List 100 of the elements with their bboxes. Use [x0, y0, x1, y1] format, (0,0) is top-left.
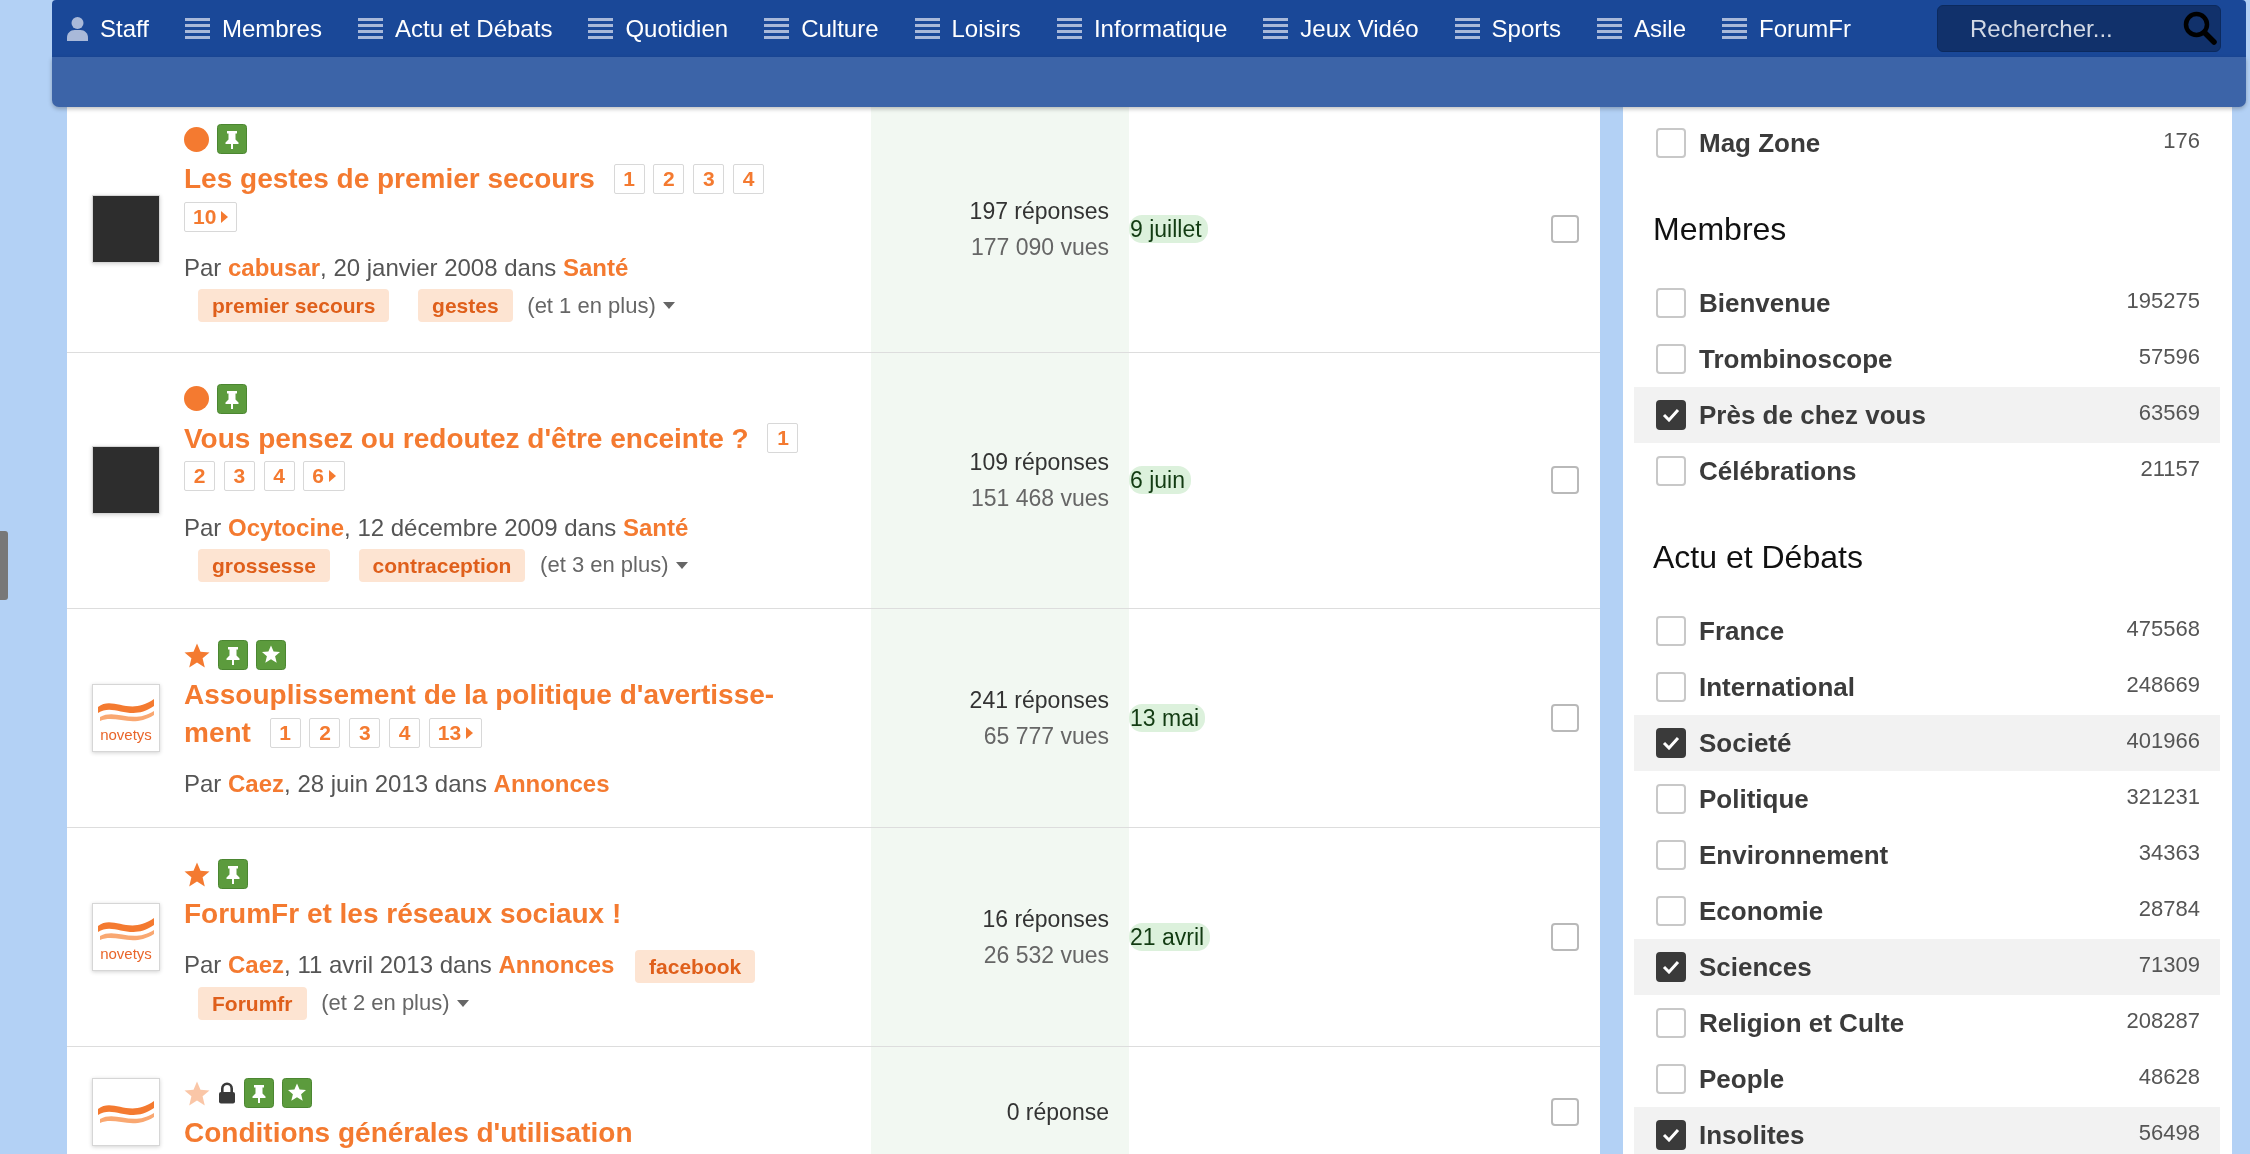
- nav-link[interactable]: Sports: [1454, 14, 1561, 43]
- forum-link[interactable]: Santé: [622, 513, 689, 541]
- filter-row[interactable]: Politique 321231: [1634, 771, 2220, 827]
- filter-row[interactable]: Sciences 71309: [1634, 939, 2220, 995]
- nav-link[interactable]: Quotidien: [588, 14, 729, 43]
- checkbox[interactable]: [1656, 1120, 1686, 1150]
- tag-link[interactable]: premier secours: [198, 289, 390, 323]
- topic-title[interactable]: Conditions générales d'utilisation: [184, 1117, 633, 1149]
- page-link[interactable]: 3: [693, 163, 725, 194]
- topic-byline: Par cabusar, 20 janvier 2008 dans Santé: [184, 254, 629, 281]
- select-checkbox[interactable]: [1551, 466, 1579, 495]
- filter-row[interactable]: People 48628: [1634, 1051, 2220, 1107]
- page-link[interactable]: 1: [767, 423, 799, 454]
- forum-name: France: [1699, 615, 1786, 647]
- caret-icon: [329, 470, 337, 483]
- nav-link[interactable]: Actu et Débats: [357, 14, 553, 43]
- topic-byline: Par Ocytocine, 12 décembre 2009 dans Santé: [184, 513, 689, 541]
- page-link[interactable]: 4: [733, 163, 764, 194]
- last-post-date[interactable]: 13 mai: [1129, 704, 1206, 733]
- page-link[interactable]: 2: [184, 461, 215, 492]
- forum-link[interactable]: Annonces: [498, 951, 615, 979]
- select-checkbox[interactable]: [1551, 215, 1579, 244]
- filter-row[interactable]: International 248669: [1634, 659, 2220, 715]
- page-link[interactable]: 13: [428, 717, 483, 748]
- last-post-date[interactable]: 6 juin: [1129, 466, 1191, 495]
- last-post-date[interactable]: 9 juillet: [1129, 215, 1208, 244]
- filter-row[interactable]: Environnement 34363: [1634, 827, 2220, 883]
- tag-link[interactable]: facebook: [635, 950, 756, 984]
- last-post-date[interactable]: 21 avril: [1129, 923, 1211, 952]
- post-count: 56498: [2138, 1120, 2200, 1146]
- nav-link[interactable]: Jeux Vidéo: [1263, 14, 1419, 43]
- topic-title[interactable]: ment: [184, 717, 251, 749]
- more-tags-toggle[interactable]: (et 3 en plus): [540, 547, 688, 584]
- nav-link[interactable]: Informatique: [1056, 14, 1228, 43]
- post-count: 48628: [2138, 1064, 2200, 1090]
- nav-link[interactable]: Membres: [184, 14, 322, 43]
- filter-row[interactable]: Economie 28784: [1634, 883, 2220, 939]
- forum-link[interactable]: Annonces: [493, 770, 610, 798]
- post-count: 21157: [2140, 456, 2200, 482]
- nav-link[interactable]: Culture: [764, 14, 879, 43]
- topic-title[interactable]: ForumFr et les réseaux sociaux !: [184, 898, 622, 930]
- checkbox[interactable]: [1656, 728, 1686, 758]
- page-link[interactable]: 4: [389, 717, 421, 748]
- page-link[interactable]: 4: [263, 461, 295, 492]
- page-link[interactable]: 6: [303, 461, 346, 492]
- post-count: 34363: [2138, 840, 2200, 866]
- tag-link[interactable]: Forumfr: [198, 986, 307, 1020]
- topic-title[interactable]: Vous pensez ou redoutez d'être enceinte ?: [184, 422, 749, 454]
- filter-row[interactable]: Societé 401966: [1634, 715, 2220, 771]
- forum-name: Economie: [1699, 895, 1825, 927]
- tag-link[interactable]: gestes: [418, 289, 513, 323]
- side-handle[interactable]: [0, 531, 8, 600]
- filter-row[interactable]: Célébrations 21157: [1634, 443, 2220, 499]
- forum-name: Societé: [1699, 727, 1793, 759]
- avatar-logo: [92, 1078, 160, 1147]
- topic-title[interactable]: Assouplissement de la politique d'avertisse-: [184, 679, 775, 711]
- author-link[interactable]: Caez: [228, 770, 285, 798]
- avatar-logo: novetys: [92, 903, 160, 972]
- page-link[interactable]: 2: [309, 717, 341, 748]
- nav-link[interactable]: ForumFr: [1722, 14, 1851, 43]
- post-count: 63569: [2138, 400, 2200, 426]
- nav-link[interactable]: Asile: [1596, 14, 1686, 43]
- more-tags-toggle[interactable]: (et 1 en plus): [527, 287, 675, 324]
- reply-count: 109 réponses: [969, 448, 1109, 478]
- author-link[interactable]: Ocytocine: [228, 513, 345, 541]
- tag-link[interactable]: contraception: [358, 548, 526, 582]
- search-icon[interactable]: [2183, 11, 2217, 45]
- menu-icon: [588, 18, 614, 39]
- forum-name: Bienvenue: [1699, 287, 1832, 319]
- author-link[interactable]: cabusar: [228, 254, 321, 281]
- tick-icon: [1662, 1128, 1680, 1142]
- filter-row[interactable]: France 475568: [1634, 603, 2220, 659]
- topic-title[interactable]: Les gestes de premier secours: [184, 163, 595, 194]
- author-link[interactable]: Caez: [228, 951, 285, 979]
- search-field[interactable]: Rechercher...: [1937, 5, 2221, 52]
- filter-row[interactable]: Insolites 56498: [1634, 1107, 2220, 1154]
- filter-row[interactable]: Près de chez vous 63569: [1634, 387, 2220, 443]
- page-link[interactable]: 2: [653, 163, 685, 194]
- page-link[interactable]: 3: [349, 717, 381, 748]
- filter-row[interactable]: Religion et Culte 208287: [1634, 995, 2220, 1051]
- page-link[interactable]: 10: [184, 201, 238, 232]
- tag-link[interactable]: grossesse: [198, 548, 330, 582]
- menu-icon: [184, 18, 210, 39]
- forum-link[interactable]: Santé: [562, 254, 629, 281]
- page-link[interactable]: 1: [269, 717, 301, 748]
- select-checkbox[interactable]: [1551, 704, 1579, 733]
- checkbox[interactable]: [1656, 952, 1686, 982]
- select-checkbox[interactable]: [1551, 1098, 1579, 1127]
- filter-row[interactable]: Bienvenue 195275: [1634, 275, 2220, 331]
- nav-link[interactable]: Loisirs: [914, 14, 1021, 43]
- more-tags-toggle[interactable]: (et 2 en plus): [321, 985, 469, 1022]
- filter-row[interactable]: Trombinoscope 57596: [1634, 331, 2220, 387]
- avatar-photo: [92, 446, 160, 515]
- select-checkbox[interactable]: [1551, 923, 1579, 952]
- nav-link[interactable]: Staff: [67, 14, 149, 43]
- page-link[interactable]: 3: [223, 461, 255, 492]
- page-link[interactable]: 1: [613, 163, 645, 194]
- checkbox[interactable]: [1656, 400, 1686, 430]
- filter-row[interactable]: Mag Zone 176: [1634, 115, 2220, 171]
- caret-icon: [221, 210, 229, 223]
